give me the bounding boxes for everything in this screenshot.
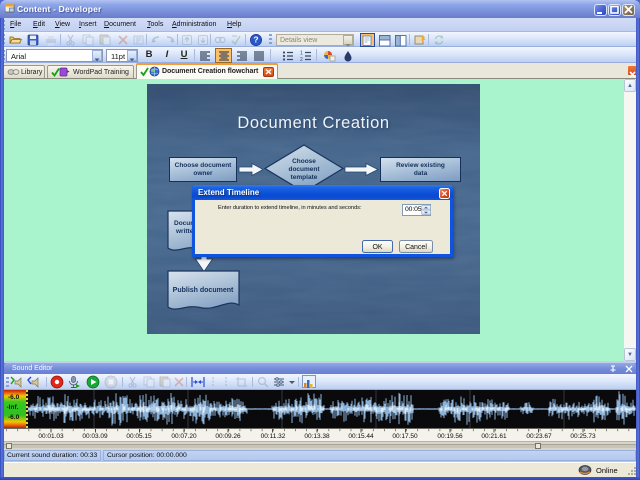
svg-text:2: 2 (300, 57, 303, 62)
svg-text:document: document (288, 166, 320, 173)
svg-text:template: template (291, 174, 318, 181)
svg-text:?: ? (253, 35, 258, 45)
svg-text:Choose: Choose (292, 158, 316, 165)
svg-text:Publish document: Publish document (173, 287, 234, 294)
svg-text:1: 1 (300, 51, 303, 57)
